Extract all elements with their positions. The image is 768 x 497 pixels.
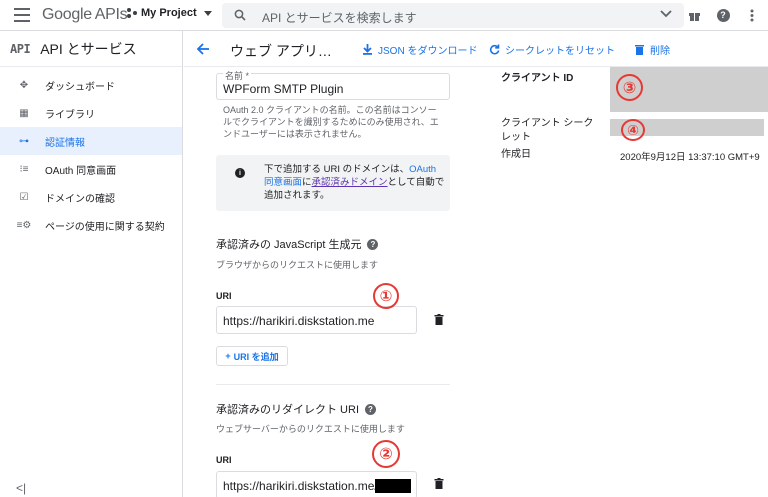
delete-uri-icon[interactable] <box>434 314 444 325</box>
delete-label: 削除 <box>650 46 670 57</box>
sidebar-item-label: ページの使用に関する契約 <box>45 221 165 233</box>
sidebar-item-label: ライブラリ <box>45 109 95 121</box>
dashboard-icon: ✥ <box>19 79 29 91</box>
search-bar[interactable]: API とサービスを検索します <box>222 3 684 28</box>
library-icon: ▦ <box>19 107 29 119</box>
redaction-bar <box>375 479 411 493</box>
more-vert-icon[interactable] <box>744 7 760 23</box>
delete-uri-icon[interactable] <box>434 478 444 489</box>
collapse-sidebar-icon[interactable]: <| <box>16 481 26 495</box>
consent-icon: ⁝≡ <box>19 163 29 175</box>
info-icon: i <box>235 168 245 178</box>
project-selector[interactable]: My Project <box>127 7 212 19</box>
sidebar-title: API とサービス <box>40 40 137 57</box>
gift-icon[interactable] <box>686 7 702 23</box>
redirect-uri-input[interactable]: https://harikiri.diskstation.me/ <box>223 479 378 493</box>
section-divider <box>216 384 450 385</box>
reset-secret-label: シークレットをリセット <box>505 46 615 57</box>
plus-icon: + <box>225 351 231 361</box>
project-icon <box>127 8 137 18</box>
search-input[interactable]: API とサービスを検索します <box>262 9 417 26</box>
agreement-icon: ≡⚙ <box>16 219 32 231</box>
client-id-label: クライアント ID <box>501 73 574 84</box>
sidebar-item-library[interactable]: ▦ ライブラリ <box>0 99 182 127</box>
reset-secret-button[interactable]: シークレットをリセット <box>489 42 615 57</box>
client-name-label: 名前 * <box>223 69 252 82</box>
info-text-mid: に <box>302 177 312 188</box>
expand-search-icon[interactable] <box>660 10 672 18</box>
sidebar-item-label: ダッシュボード <box>45 81 115 93</box>
info-text-pre: 下で追加する URI のドメインは、 <box>264 164 410 175</box>
annotation-marker-2: ② <box>372 440 400 468</box>
back-arrow-icon[interactable] <box>196 42 210 56</box>
page-header: ウェブ アプリ… JSON をダウンロード シークレットをリセット 削除 <box>184 31 768 67</box>
download-icon <box>363 44 372 55</box>
page-title: ウェブ アプリ… <box>230 43 332 59</box>
redirect-uri-section-title: 承認済みのリダイレクト URI ? <box>216 401 376 417</box>
client-secret-label: クライアント シークレット <box>501 118 594 143</box>
domain-check-icon: ☑ <box>19 191 29 203</box>
add-uri-button[interactable]: + URI を追加 <box>216 346 288 366</box>
annotation-marker-1: ① <box>373 283 399 309</box>
sidebar-item-dashboard[interactable]: ✥ ダッシュボード <box>0 71 182 99</box>
chevron-down-icon <box>203 10 212 16</box>
sidebar-item-domain-verification[interactable]: ☑ ドメインの確認 <box>0 183 182 211</box>
authorized-domains-link[interactable]: 承認済みドメイン <box>312 177 388 188</box>
js-origin-uri-input[interactable]: https://harikiri.diskstation.me <box>223 314 374 328</box>
client-name-input[interactable]: WPForm SMTP Plugin <box>223 82 343 96</box>
project-name: My Project <box>141 7 197 19</box>
sidebar-item-label: 認証情報 <box>45 137 85 149</box>
sidebar-item-credentials[interactable]: ⊶ 認証情報 <box>0 127 182 155</box>
help-icon[interactable]: ? <box>365 403 376 415</box>
help-icon[interactable]: ? <box>715 7 731 23</box>
redirect-uri-subtitle: ウェブサーバーからのリクエストに使用します <box>216 424 405 434</box>
menu-icon[interactable] <box>14 8 30 22</box>
google-apis-logo[interactable]: Google APIs <box>42 6 128 24</box>
delete-button[interactable]: 削除 <box>634 42 670 57</box>
info-notice-text: 下で追加する URI のドメインは、OAuth 同意画面に承認済みドメインとして… <box>264 163 446 202</box>
search-icon <box>234 9 246 21</box>
add-uri-label: URI を追加 <box>233 351 279 362</box>
created-date-label: 作成日 <box>501 149 531 160</box>
js-origins-title: 承認済みの JavaScript 生成元 <box>216 239 362 251</box>
uri-label: URI <box>216 455 232 465</box>
trash-icon <box>635 45 644 55</box>
logo-google-text: Google <box>42 6 92 23</box>
js-origins-subtitle: ブラウザからのリクエストに使用します <box>216 260 379 270</box>
refresh-icon <box>489 44 500 55</box>
top-app-bar: Google APIs My Project API とサービスを検索します ? <box>0 0 768 31</box>
sidebar-item-label: OAuth 同意画面 <box>45 165 117 177</box>
sidebar-header: API API とサービス <box>0 31 182 67</box>
api-badge-icon: API <box>10 41 31 56</box>
key-icon: ⊶ <box>19 135 29 147</box>
sidebar-item-oauth-consent[interactable]: ⁝≡ OAuth 同意画面 <box>0 155 182 183</box>
js-origins-section-title: 承認済みの JavaScript 生成元 ? <box>216 236 379 252</box>
download-json-button[interactable]: JSON をダウンロード <box>362 42 477 57</box>
redirect-uri-title: 承認済みのリダイレクト URI <box>216 404 359 416</box>
uri-label: URI <box>216 291 232 301</box>
logo-apis-text: APIs <box>94 6 128 23</box>
sidebar-item-page-usage-agreements[interactable]: ≡⚙ ページの使用に関する契約 <box>0 211 182 239</box>
download-json-label: JSON をダウンロード <box>378 46 478 57</box>
sidebar-item-label: ドメインの確認 <box>45 193 115 205</box>
help-icon[interactable]: ? <box>367 238 379 250</box>
client-name-help: OAuth 2.0 クライアントの名前。この名前はコンソールでクライアントを識別… <box>223 105 439 139</box>
created-date-value: 2020年9月12日 13:37:10 GMT+9 <box>620 152 760 163</box>
annotation-marker-4: ④ <box>621 119 645 141</box>
annotation-marker-3: ③ <box>616 74 643 101</box>
sidebar: API API とサービス ✥ ダッシュボード ▦ ライブラリ ⊶ 認証情報 ⁝… <box>0 31 183 497</box>
